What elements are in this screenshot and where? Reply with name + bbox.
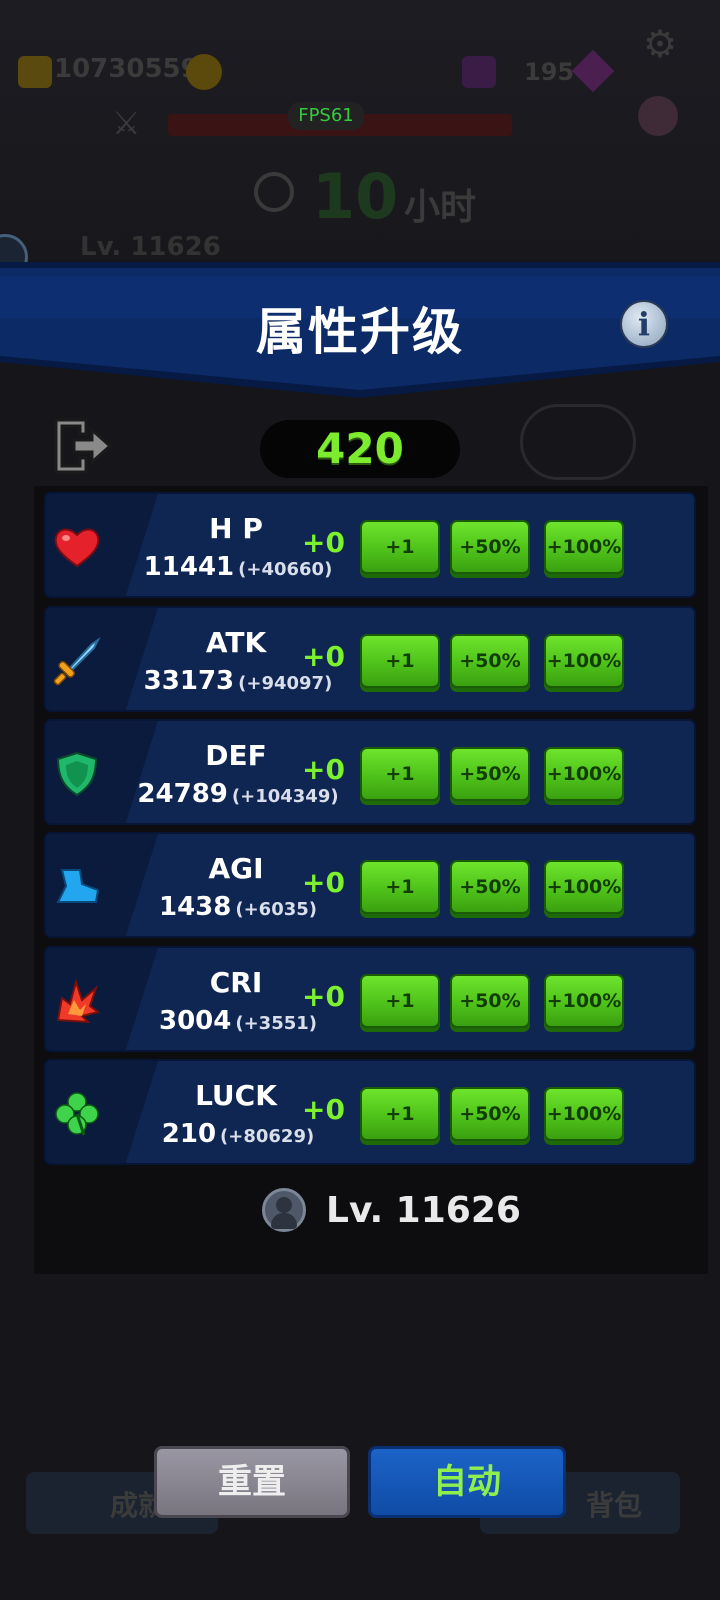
player-level: Lv. 11626 bbox=[326, 1190, 521, 1231]
add-50-percent-button[interactable]: +50% bbox=[450, 520, 530, 574]
stat-bonus-value: (+3551) bbox=[235, 1013, 317, 1034]
add-1-button[interactable]: +1 bbox=[360, 1087, 440, 1141]
stat-name: CRI bbox=[209, 966, 263, 999]
stat-name: AGI bbox=[208, 852, 264, 885]
add-100-percent-button[interactable]: +100% bbox=[544, 747, 624, 801]
stat-base-value: 33173 bbox=[143, 666, 235, 696]
stat-base-value: 1438 bbox=[158, 892, 232, 922]
add-100-percent-button[interactable]: +100% bbox=[544, 520, 624, 574]
stat-row-luck: LUCK 210 (+80629) +0 +1 +50% +100% bbox=[44, 1059, 696, 1165]
add-1-button[interactable]: +1 bbox=[360, 747, 440, 801]
stat-row-def: DEF 24789 (+104349) +0 +1 +50% +100% bbox=[44, 719, 696, 825]
fps-counter: FPS61 bbox=[288, 102, 364, 130]
reset-button[interactable]: 重置 bbox=[154, 1446, 350, 1518]
stat-added-points: +0 bbox=[302, 753, 345, 786]
background-ghost-icon bbox=[520, 404, 636, 480]
stat-row-agi: AGI 1438 (+6035) +0 +1 +50% +100% bbox=[44, 832, 696, 938]
stat-name: DEF bbox=[205, 739, 267, 772]
stopwatch-icon bbox=[254, 172, 294, 212]
sword-icon bbox=[52, 636, 102, 686]
clover-icon bbox=[52, 1089, 102, 1139]
add-1-button[interactable]: +1 bbox=[360, 520, 440, 574]
background-bag-label: 背包 bbox=[586, 1489, 643, 1522]
add-50-percent-button[interactable]: +50% bbox=[450, 1087, 530, 1141]
stat-name: ATK bbox=[205, 626, 267, 659]
add-1-button[interactable]: +1 bbox=[360, 974, 440, 1028]
gear-icon: ⚙ bbox=[642, 22, 678, 66]
add-50-percent-button[interactable]: +50% bbox=[450, 974, 530, 1028]
gem-box-icon bbox=[462, 56, 496, 88]
avatar-icon bbox=[262, 1188, 306, 1232]
boot-icon bbox=[52, 862, 102, 912]
orb-icon bbox=[638, 96, 678, 136]
stat-name: H P bbox=[209, 512, 263, 545]
stat-added-points: +0 bbox=[302, 640, 345, 673]
heart-icon bbox=[52, 522, 102, 572]
stat-name: LUCK bbox=[195, 1079, 277, 1112]
stat-added-points: +0 bbox=[302, 526, 345, 559]
add-1-button[interactable]: +1 bbox=[360, 860, 440, 914]
stat-bonus-value: (+40660) bbox=[238, 559, 333, 580]
add-50-percent-button[interactable]: +50% bbox=[450, 747, 530, 801]
stat-row-hp: H P 11441 (+40660) +0 +1 +50% +100% bbox=[44, 492, 696, 598]
add-100-percent-button[interactable]: +100% bbox=[544, 1087, 624, 1141]
add-1-button[interactable]: +1 bbox=[360, 634, 440, 688]
add-50-percent-button[interactable]: +50% bbox=[450, 860, 530, 914]
timer-unit: 小时 bbox=[404, 187, 477, 228]
auto-button[interactable]: 自动 bbox=[368, 1446, 566, 1518]
add-100-percent-button[interactable]: +100% bbox=[544, 860, 624, 914]
stat-bonus-value: (+80629) bbox=[220, 1126, 315, 1147]
stat-base-value: 11441 bbox=[143, 552, 235, 582]
gem-count: 195 bbox=[524, 58, 575, 86]
critical-burst-icon bbox=[52, 976, 102, 1026]
crossed-swords-icon: ⚔ bbox=[112, 104, 141, 142]
available-points: 420 bbox=[316, 424, 404, 473]
stat-base-value: 3004 bbox=[158, 1006, 232, 1036]
shield-icon bbox=[52, 749, 102, 799]
coin-box-icon bbox=[18, 56, 52, 88]
stat-bonus-value: (+6035) bbox=[235, 899, 317, 920]
stat-added-points: +0 bbox=[302, 980, 345, 1013]
stat-added-points: +0 bbox=[302, 866, 345, 899]
stat-added-points: +0 bbox=[302, 1093, 345, 1126]
stat-row-cri: CRI 3004 (+3551) +0 +1 +50% +100% bbox=[44, 946, 696, 1052]
timer-value: 10 bbox=[312, 160, 399, 233]
coin-count: 10730559 bbox=[54, 54, 199, 84]
coin-icon bbox=[186, 54, 222, 90]
stat-bonus-value: (+94097) bbox=[238, 673, 333, 694]
stat-base-value: 210 bbox=[161, 1119, 217, 1149]
stat-bonus-value: (+104349) bbox=[231, 786, 339, 807]
page-title: 属性升级 bbox=[256, 303, 464, 361]
info-button[interactable]: i bbox=[620, 300, 668, 348]
add-100-percent-button[interactable]: +100% bbox=[544, 974, 624, 1028]
add-50-percent-button[interactable]: +50% bbox=[450, 634, 530, 688]
stat-row-atk: ATK 33173 (+94097) +0 +1 +50% +100% bbox=[44, 606, 696, 712]
exit-icon[interactable] bbox=[52, 416, 114, 476]
stat-base-value: 24789 bbox=[137, 779, 228, 809]
add-100-percent-button[interactable]: +100% bbox=[544, 634, 624, 688]
